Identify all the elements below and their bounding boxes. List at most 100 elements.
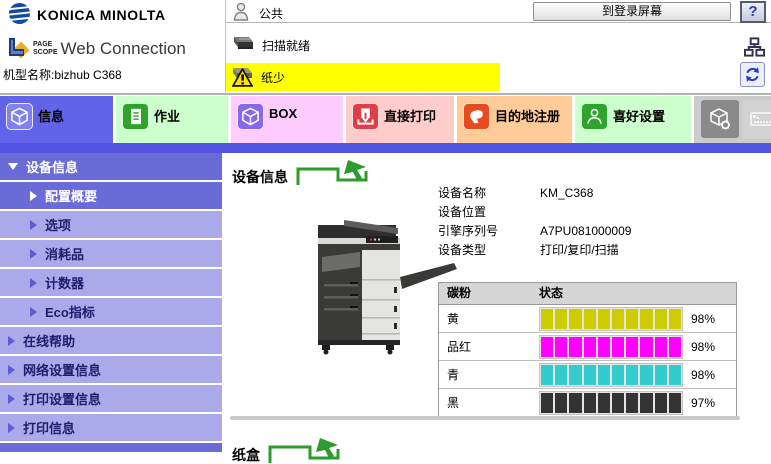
- to-login-screen-button[interactable]: 到登录屏幕: [533, 2, 731, 21]
- sidebar-item-label: 网络设置信息: [23, 360, 101, 379]
- device-info-label: 引擎序列号: [438, 222, 540, 241]
- logged-in-user: 公共: [233, 2, 283, 24]
- sidebar-item-打印设置信息[interactable]: 打印设置信息: [0, 385, 222, 412]
- model-name-label: 机型名称:bizhub C368: [3, 66, 122, 83]
- tab-作业[interactable]: 作业: [116, 96, 228, 143]
- device-status-icon: [229, 35, 254, 56]
- toner-col-header: 碳粉: [439, 283, 539, 304]
- person-icon: [581, 103, 608, 130]
- chevron-right-icon: [8, 365, 15, 375]
- device-info-section-header: 设备信息: [232, 158, 374, 189]
- chevron-right-icon: [8, 423, 15, 433]
- tab-BOX[interactable]: BOX: [231, 96, 343, 143]
- sidebar-item-Eco指标[interactable]: Eco指标: [0, 298, 222, 325]
- toner-percent: 98%: [691, 312, 715, 326]
- user-icon: [233, 2, 249, 24]
- device-info-label: 设备位置: [438, 203, 540, 222]
- toner-level-bar: [539, 335, 683, 359]
- sidebar-item-label: 打印信息: [23, 418, 75, 437]
- panel-tab-button[interactable]: [743, 100, 771, 138]
- toner-percent: 97%: [691, 396, 715, 410]
- toner-row-黑: 黑 97%: [439, 389, 736, 416]
- tab-直接打印[interactable]: 直接打印: [346, 96, 454, 143]
- chevron-down-icon: [8, 163, 18, 170]
- toner-level-bar: [539, 391, 683, 415]
- section-marker-icon: [266, 436, 346, 464]
- toner-table-header: 碳粉 状态: [439, 283, 736, 305]
- device-info-value: KM_C368: [540, 184, 593, 203]
- sidebar-item-label: 消耗品: [45, 244, 84, 263]
- toner-percent: 98%: [691, 340, 715, 354]
- toner-name: 黑: [439, 394, 539, 411]
- sidebar-footer-bar: [0, 443, 222, 452]
- toner-level-bar: [539, 307, 683, 331]
- toner-row-青: 青98%: [439, 361, 736, 389]
- device-info-label: 设备名称: [438, 184, 540, 203]
- sidebar-item-消耗品[interactable]: 消耗品: [0, 240, 222, 267]
- pagescope-text: PAGESCOPE: [33, 41, 58, 56]
- toner-name: 黄: [439, 310, 539, 327]
- device-info-row: 设备类型打印/复印/扫描: [438, 241, 631, 260]
- toner-level-bar: [539, 363, 683, 387]
- toner-row-黄: 黄 98%: [439, 305, 736, 333]
- toner-row-品红: 品红 98%: [439, 333, 736, 361]
- paper-tray-section-header: 纸盒: [232, 436, 346, 464]
- main-content: 设备信息: [222, 153, 771, 464]
- tab-label: 信息: [38, 103, 64, 143]
- brand-name: KONICA MINOLTA: [37, 7, 166, 23]
- status-col-header: 状态: [539, 283, 563, 304]
- section-marker-icon: [294, 158, 374, 189]
- sidebar-item-打印信息[interactable]: 打印信息: [0, 414, 222, 441]
- tab-label: 作业: [154, 103, 180, 143]
- help-button[interactable]: ?: [740, 1, 766, 23]
- warning-text: 纸少: [261, 69, 285, 86]
- sidebar-item-在线帮助[interactable]: 在线帮助: [0, 327, 222, 354]
- tab-信息[interactable]: 信息: [0, 96, 113, 143]
- header-bottom-divider: [0, 93, 771, 95]
- chevron-right-icon: [8, 394, 15, 404]
- chevron-right-icon: [30, 249, 37, 259]
- tab-bar-extras: [694, 96, 771, 143]
- section-divider: [230, 416, 740, 420]
- cube-icon: [237, 103, 264, 130]
- chevron-right-icon: [30, 191, 37, 201]
- section-title: 纸盒: [232, 445, 260, 464]
- refresh-button[interactable]: [740, 62, 765, 87]
- product-name: Web Connection: [61, 39, 186, 59]
- pagescope-icon: [6, 35, 30, 62]
- content-accent-bar: [0, 143, 771, 153]
- tab-label: BOX: [269, 103, 297, 143]
- sidebar-item-label: 在线帮助: [23, 331, 75, 350]
- sidebar-item-计数器[interactable]: 计数器: [0, 269, 222, 296]
- device-info-row: 设备位置: [438, 203, 631, 222]
- sidebar-item-label: 计数器: [45, 273, 84, 292]
- settings-tab-button[interactable]: [701, 100, 739, 138]
- warning-banner: 纸少: [226, 63, 500, 91]
- paper-warning-icon: [228, 66, 254, 88]
- device-info-row: 设备名称KM_C368: [438, 184, 631, 203]
- sidebar-item-配置概要[interactable]: 配置概要: [0, 182, 222, 209]
- device-info-label: 设备类型: [438, 241, 540, 260]
- tab-label: 直接打印: [384, 103, 436, 143]
- cube-icon: [6, 103, 33, 130]
- sidebar-item-网络设置信息[interactable]: 网络设置信息: [0, 356, 222, 383]
- tab-label: 目的地注册: [495, 103, 560, 143]
- chevron-right-icon: [30, 307, 37, 317]
- tab-目的地注册[interactable]: 目的地注册: [457, 96, 572, 143]
- tab-bar: 信息 作业 BOX 直接打印 目的地注册喜好设置: [0, 96, 771, 143]
- sidebar-item-选项[interactable]: 选项: [0, 211, 222, 238]
- sidebar-item-label: 选项: [45, 215, 71, 234]
- chevron-right-icon: [30, 278, 37, 288]
- toner-name: 品红: [439, 338, 539, 355]
- device-info-list: 设备名称KM_C368设备位置引擎序列号A7PU081000009设备类型打印/…: [438, 184, 631, 260]
- sidebar-menu: 设备信息配置概要选项消耗品计数器 Eco指标在线帮助网络设置信息打印设置信息打印信…: [0, 153, 222, 452]
- header-row-divider: [226, 22, 771, 23]
- tab-喜好设置[interactable]: 喜好设置: [575, 96, 691, 143]
- hand-icon: [463, 103, 490, 130]
- sidebar-item-设备信息[interactable]: 设备信息: [0, 153, 222, 180]
- sidebar-item-label: 配置概要: [45, 186, 97, 205]
- chevron-right-icon: [30, 220, 37, 230]
- section-title: 设备信息: [232, 167, 288, 189]
- brand-logo: KONICA MINOLTA: [8, 2, 166, 28]
- network-icon[interactable]: [744, 36, 765, 61]
